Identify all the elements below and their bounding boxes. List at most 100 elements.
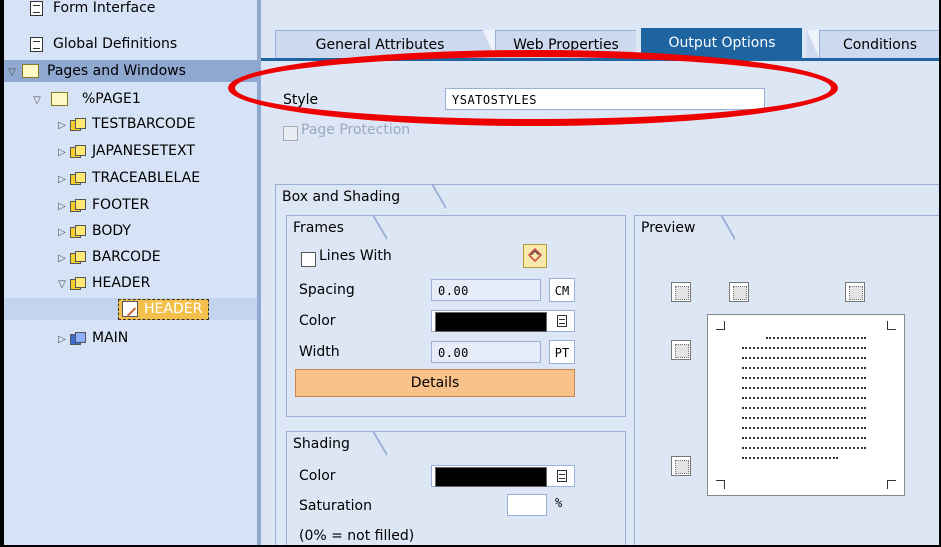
expand-arrow-icon[interactable]: ▷ <box>54 222 70 244</box>
frames-group: Frames Lines With Spacing 0.00 CM Color <box>286 215 626 417</box>
selected-node[interactable]: HEADER <box>118 299 210 320</box>
tree-item-label: MAIN <box>92 330 129 346</box>
navigation-tree: Form Interface Global Definitions ▽ Pages… <box>4 0 257 545</box>
expand-arrow-icon[interactable]: ▽ <box>54 274 70 296</box>
spacing-input[interactable]: 0.00 <box>431 279 541 301</box>
width-unit[interactable]: PT <box>549 340 575 364</box>
tree-item-label: %PAGE1 <box>82 91 141 107</box>
color-list-icon[interactable] <box>557 315 567 327</box>
color-list-icon[interactable] <box>557 470 567 482</box>
lines-with-checkbox[interactable] <box>301 252 316 267</box>
preview-text-line <box>742 407 866 410</box>
tree-item-label: BODY <box>92 223 131 239</box>
tab-divider <box>807 30 819 58</box>
preview-text-line <box>742 347 866 350</box>
page-protection-label: Page Protection <box>301 122 411 138</box>
expand-arrow-icon[interactable]: ▽ <box>4 62 20 84</box>
tab-output-options[interactable]: Output Options <box>641 28 802 59</box>
tab-general-attributes[interactable]: General Attributes <box>275 30 484 59</box>
saturation-label: Saturation <box>299 498 372 514</box>
border-left-icon[interactable] <box>671 340 691 360</box>
window-icon <box>70 199 86 212</box>
border-top-left-icon[interactable] <box>671 282 691 302</box>
border-top-icon[interactable] <box>729 282 749 302</box>
shading-color-label: Color <box>299 468 336 484</box>
folder-icon <box>51 92 68 106</box>
expand-arrow-icon[interactable]: ▷ <box>54 248 70 270</box>
border-top-right-icon[interactable] <box>845 282 865 302</box>
corner-mark <box>887 480 896 489</box>
preview-title: Preview <box>635 216 735 240</box>
expand-arrow-icon[interactable]: ▷ <box>54 169 70 191</box>
style-label: Style <box>283 92 319 108</box>
box-and-shading-title: Box and Shading <box>276 185 446 209</box>
preview-page <box>707 314 905 496</box>
tree-item-barcode[interactable]: ▷ BARCODE <box>54 246 161 268</box>
form-editor-window: Form Interface Global Definitions ▽ Pages… <box>4 0 939 545</box>
document-icon <box>30 0 43 16</box>
main-window-icon <box>70 332 86 345</box>
shading-color-field[interactable] <box>431 465 575 487</box>
tree-item-traceablelabel[interactable]: ▷ TRACEABLELAE <box>54 167 200 189</box>
frame-style-icon <box>527 247 543 263</box>
tab-underline <box>261 58 939 61</box>
saturation-input[interactable] <box>507 494 547 516</box>
window-icon <box>70 145 86 158</box>
spacing-unit[interactable]: CM <box>549 278 575 302</box>
folder-icon <box>22 64 39 78</box>
expand-arrow-icon[interactable]: ▽ <box>29 90 45 112</box>
preview-text-line <box>742 457 838 460</box>
style-input[interactable]: YSATOSTYLES <box>445 88 765 110</box>
frame-color-label: Color <box>299 313 336 329</box>
box-and-shading-group: Box and Shading Frames Lines With Spacin… <box>275 184 939 545</box>
frame-color-swatch <box>435 312 547 332</box>
saturation-unit: % <box>555 496 563 510</box>
text-node-icon <box>122 301 138 317</box>
expand-arrow-icon[interactable]: ▷ <box>54 196 70 218</box>
tree-item-main[interactable]: ▷ MAIN <box>54 327 128 349</box>
tree-item-label: TRACEABLELAE <box>92 170 201 186</box>
tab-web-properties[interactable]: Web Properties <box>495 30 636 59</box>
expand-arrow-icon[interactable]: ▷ <box>54 115 70 137</box>
tree-item-header-text[interactable]: HEADER <box>4 298 257 320</box>
tree-item-label: Global Definitions <box>53 36 178 52</box>
details-button[interactable]: Details <box>295 369 575 397</box>
window-icon <box>70 277 86 290</box>
tree-item-japanesetext[interactable]: ▷ JAPANESETEXT <box>54 140 195 162</box>
shading-color-swatch <box>435 467 547 487</box>
frame-style-icon-button[interactable] <box>523 244 547 268</box>
preview-text-line <box>742 447 866 450</box>
preview-text-line <box>766 337 866 340</box>
frames-title: Frames <box>287 216 387 240</box>
preview-text-line <box>742 367 866 370</box>
tree-item-global-definitions[interactable]: Global Definitions <box>30 33 177 55</box>
window-icon <box>70 225 86 238</box>
preview-text-line <box>742 437 866 440</box>
window-icon <box>70 172 86 185</box>
width-input[interactable]: 0.00 <box>431 341 541 363</box>
tree-item-page1[interactable]: ▽ %PAGE1 <box>29 88 141 110</box>
tree-item-footer[interactable]: ▷ FOOTER <box>54 194 149 216</box>
expand-arrow-icon[interactable]: ▷ <box>54 142 70 164</box>
page-protection-checkbox[interactable] <box>283 126 298 141</box>
tab-strip: General Attributes Web Properties Output… <box>261 24 939 60</box>
preview-text-line <box>742 357 866 360</box>
border-bottom-left-icon[interactable] <box>671 456 691 476</box>
corner-mark <box>716 321 725 330</box>
expand-arrow-icon[interactable]: ▷ <box>54 329 70 351</box>
tree-item-body[interactable]: ▷ BODY <box>54 220 131 242</box>
tab-conditions[interactable]: Conditions <box>819 30 939 59</box>
shading-group: Shading Color Saturation % (0% = not fil… <box>286 431 626 545</box>
tree-item-label: FOOTER <box>92 197 150 213</box>
frame-color-field[interactable] <box>431 310 575 332</box>
window-icon <box>70 251 86 264</box>
tree-item-header-window[interactable]: ▽ HEADER <box>54 272 150 294</box>
lines-with-label: Lines With <box>319 248 392 264</box>
width-label: Width <box>299 344 340 360</box>
tree-item-testbarcode[interactable]: ▷ TESTBARCODE <box>54 113 195 135</box>
tree-item-pages-and-windows[interactable]: ▽ Pages and Windows <box>4 60 257 82</box>
preview-text-line <box>742 417 866 420</box>
tree-item-label: BARCODE <box>92 249 161 265</box>
tree-item-form-interface[interactable]: Form Interface <box>30 0 155 19</box>
properties-panel: General Attributes Web Properties Output… <box>261 0 939 545</box>
